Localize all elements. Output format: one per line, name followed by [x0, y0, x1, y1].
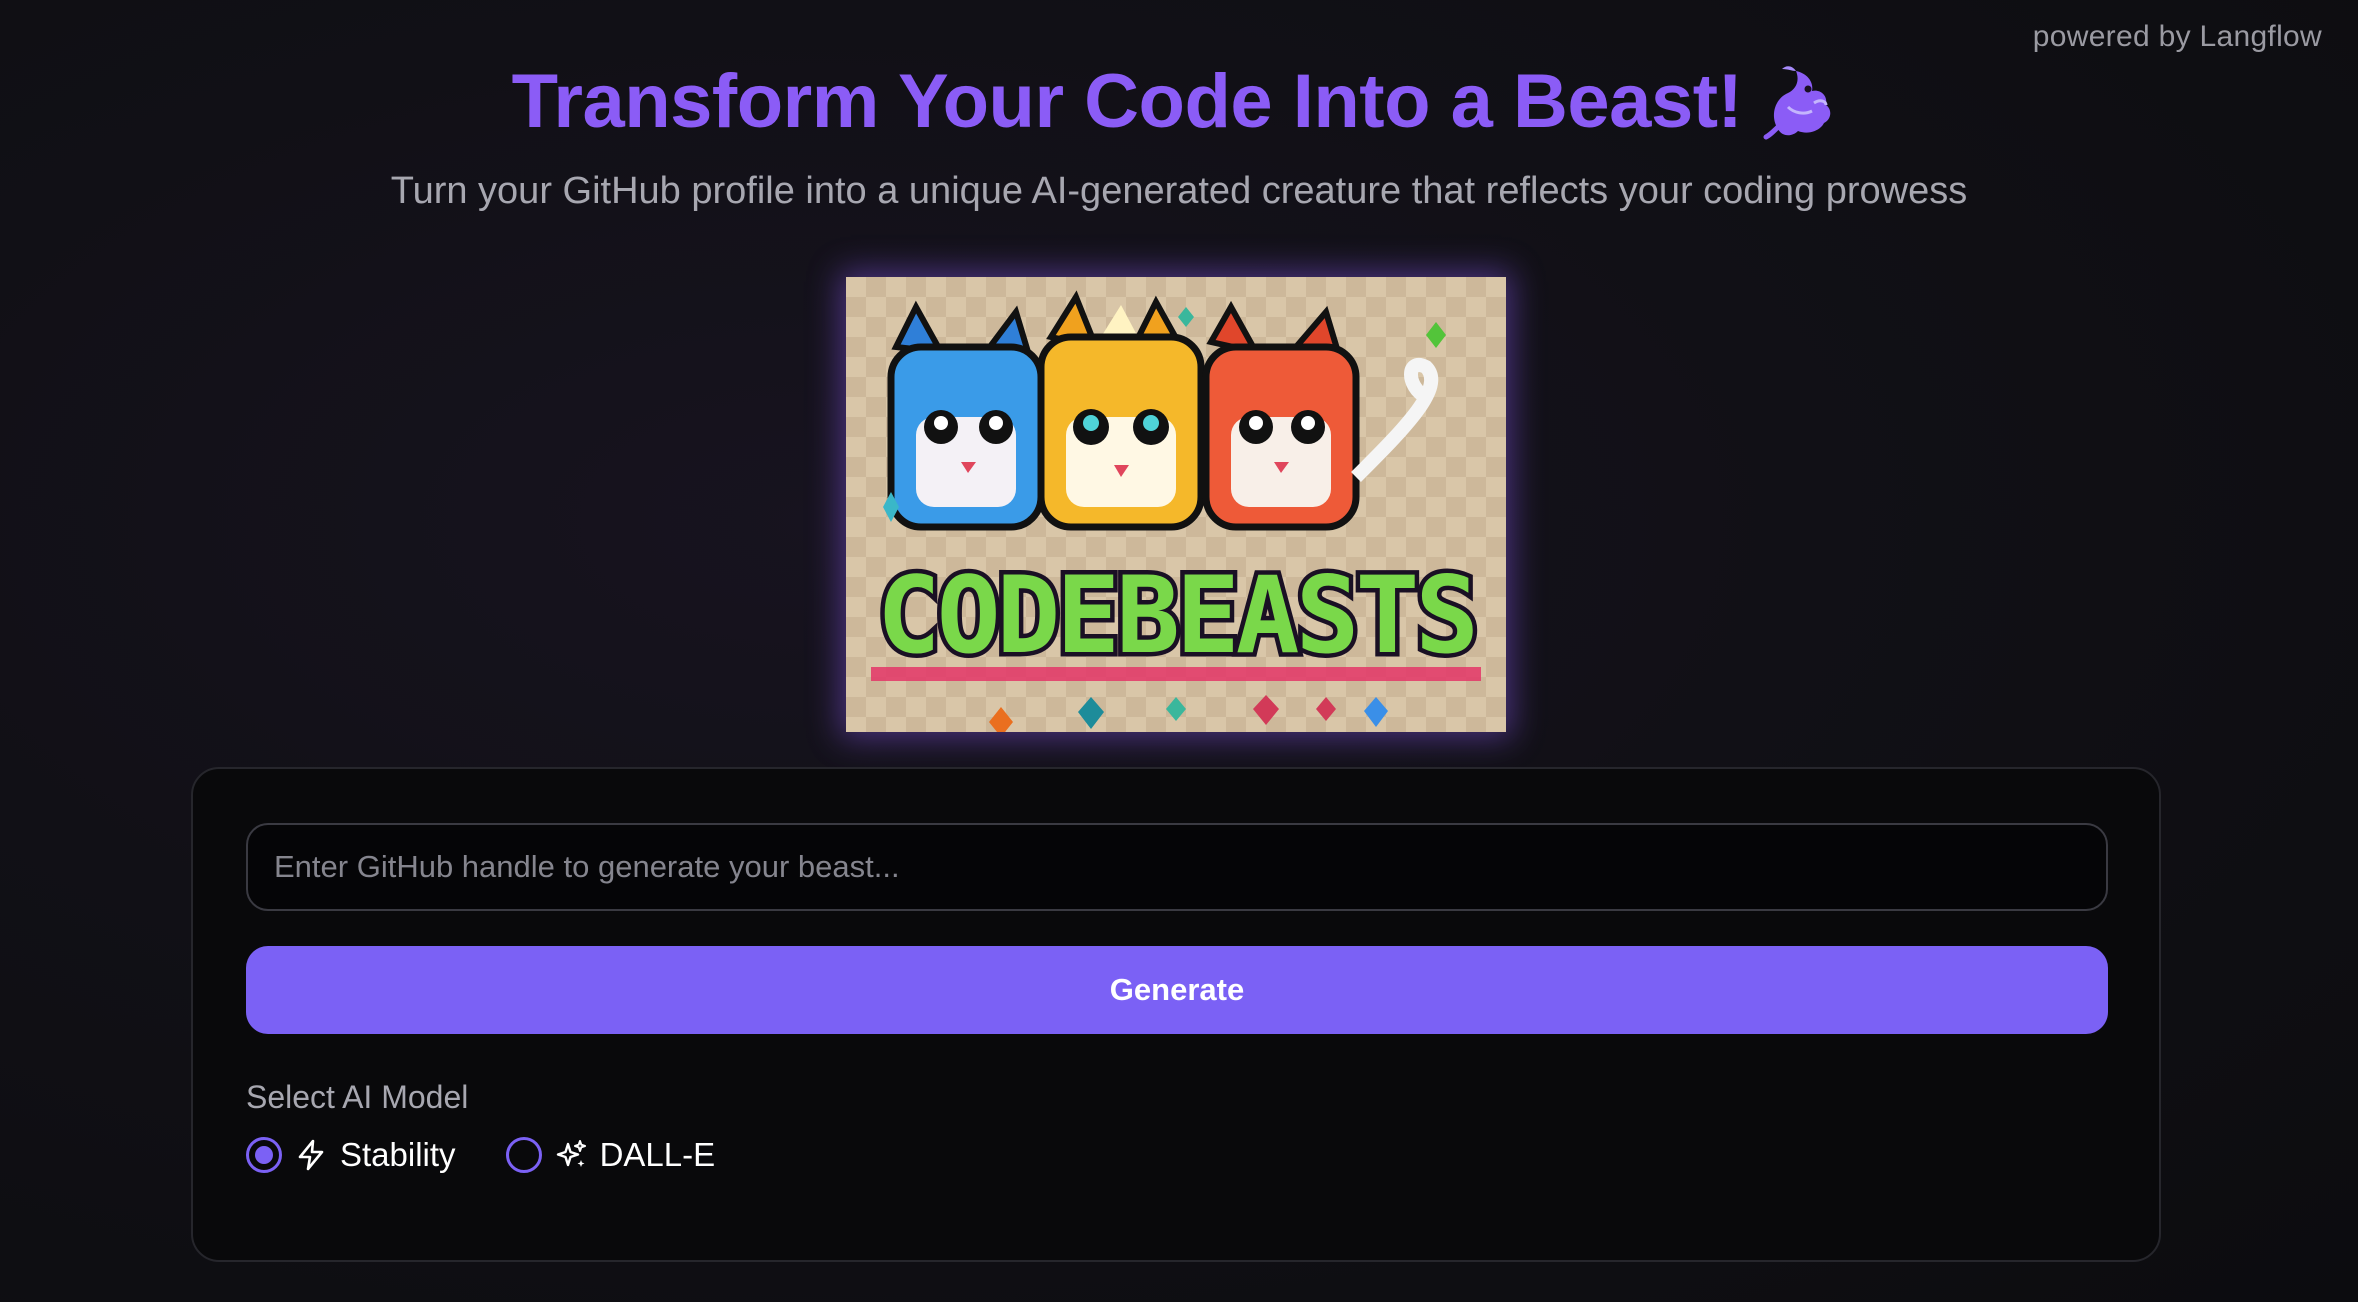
generator-card: Generate Select AI Model Stability [191, 767, 2161, 1262]
page-subtitle: Turn your GitHub profile into a unique A… [390, 170, 1968, 212]
stability-label: Stability [340, 1136, 456, 1173]
lightning-icon [294, 1138, 328, 1172]
red-cat-illustration [1202, 300, 1439, 531]
model-option-stability[interactable]: Stability [246, 1136, 456, 1174]
stability-radio[interactable] [246, 1137, 282, 1173]
generate-button[interactable]: Generate [246, 946, 2108, 1034]
sparkles-icon [554, 1138, 588, 1172]
model-radio-group: Stability DALL-E [246, 1136, 715, 1174]
dall-e-label: DALL-E [599, 1136, 716, 1173]
blue-cat-illustration [887, 300, 1045, 531]
page: powered by Langflow Transform Your Code … [0, 0, 2358, 1302]
model-select-label: Select AI Model [246, 1079, 469, 1115]
page-title-row: Transform Your Code Into a Beast! [0, 58, 2358, 145]
yellow-cat-illustration [1037, 290, 1205, 531]
hero-image-text: CODEBEASTS [877, 554, 1475, 677]
model-option-dall-e[interactable]: DALL-E [505, 1136, 716, 1174]
dall-e-radio[interactable] [505, 1137, 542, 1173]
powered-by-label: powered by Langflow [2032, 20, 2322, 53]
github-handle-input[interactable] [246, 823, 2108, 911]
page-title: Transform Your Code Into a Beast! [511, 59, 1743, 144]
codebeasts-hero-image: CODEBEASTS [846, 277, 1506, 732]
dragon-icon [1760, 59, 1846, 145]
